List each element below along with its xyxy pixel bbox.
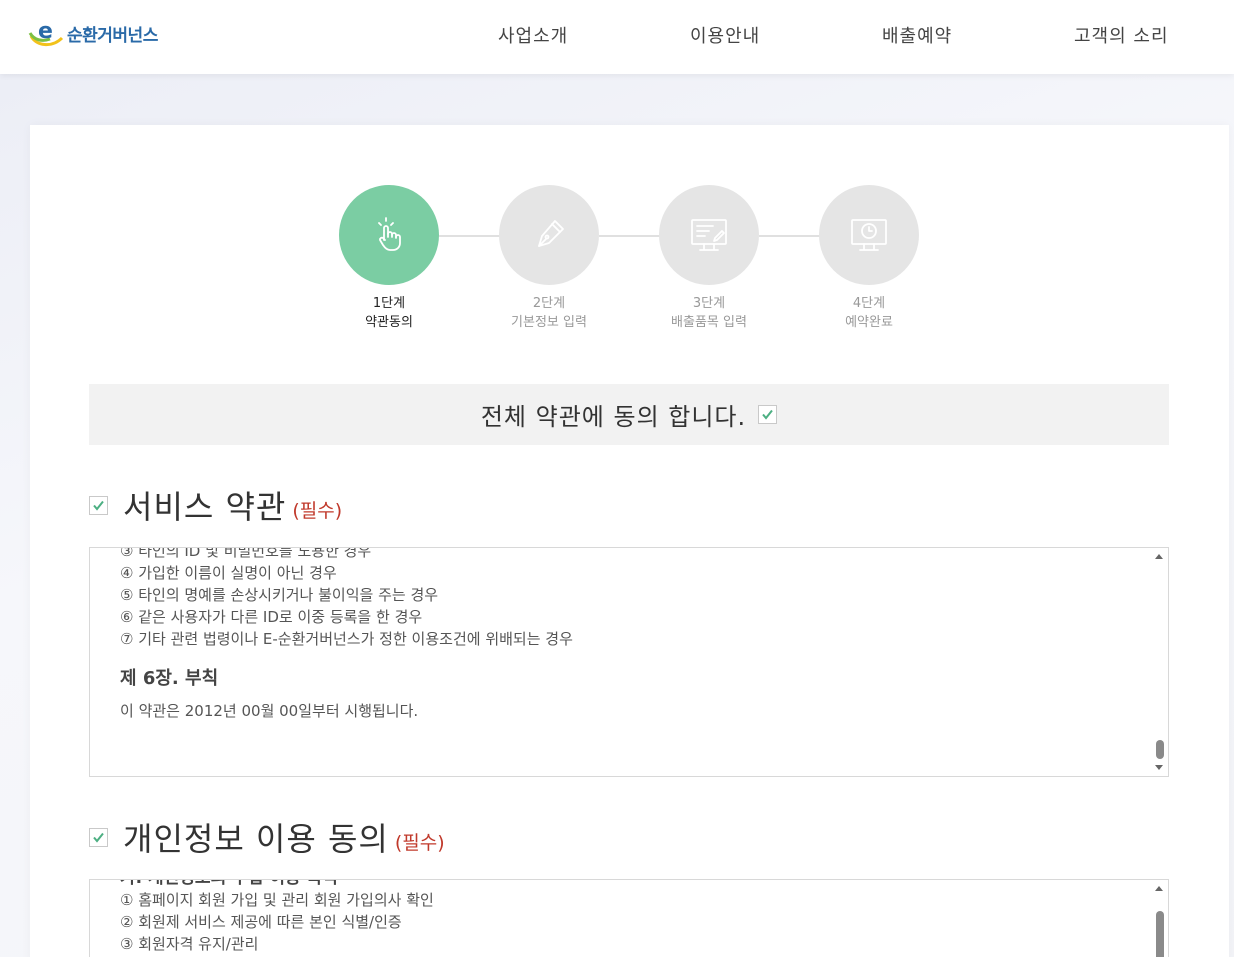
scroll-thumb[interactable] — [1156, 911, 1164, 957]
step-1-number: 1단계 — [372, 296, 406, 311]
privacy-terms-content: 가. 개인정보의 수집 이용 목적 ① 홈페이지 회원 가입 및 관리 회원 가… — [120, 880, 1138, 955]
nav-disposal-reservation[interactable]: 배출예약 — [882, 22, 952, 48]
step-2-circle — [499, 185, 599, 285]
step-2: 2단계 기본정보 입력 — [489, 185, 609, 332]
step-1: 1단계 약관동의 — [329, 185, 449, 332]
service-terms-scrollbar[interactable] — [1151, 548, 1168, 776]
privacy-terms-box[interactable]: 가. 개인정보의 수집 이용 목적 ① 홈페이지 회원 가입 및 관리 회원 가… — [89, 879, 1169, 957]
check-icon — [762, 409, 773, 420]
site-header: e 순환거버넌스 사업소개 이용안내 배출예약 고객의 소리 — [0, 0, 1234, 74]
service-terms-heading: 서비스 약관 — [123, 488, 287, 526]
monitor-clock-icon — [851, 219, 887, 251]
step-4-circle — [819, 185, 919, 285]
step-2-label: 기본정보 입력 — [511, 315, 587, 330]
terms-line: ③ 타인의 ID 및 비밀번호를 도용한 경우 — [120, 547, 372, 560]
privacy-terms-checkbox[interactable] — [89, 827, 108, 847]
check-icon — [93, 832, 104, 843]
step-3-label: 배출품목 입력 — [671, 315, 747, 330]
step-3: 3단계 배출품목 입력 — [649, 185, 769, 332]
terms-chapter-heading: 제 6장. 부칙 — [120, 668, 219, 689]
terms-line: ⑦ 기타 관련 법령이나 E-순환거버넌스가 정한 이용조건에 위배되는 경우 — [120, 630, 573, 648]
service-terms-checkbox[interactable] — [89, 495, 108, 515]
step-4-number: 4단계 — [852, 296, 886, 311]
main-nav: 사업소개 이용안내 배출예약 고객의 소리 — [0, 0, 1234, 74]
privacy-terms-heading: 개인정보 이용 동의 — [123, 820, 389, 858]
scroll-thumb[interactable] — [1156, 740, 1164, 759]
required-badge: (필수) — [292, 499, 343, 522]
step-3-number: 3단계 — [692, 296, 726, 311]
agree-all-bar: 전체 약관에 동의 합니다. — [89, 384, 1169, 445]
scroll-down-arrow-icon[interactable] — [1155, 765, 1163, 770]
terms-line: ② 회원제 서비스 제공에 따른 본인 식별/인증 — [120, 913, 402, 931]
nav-usage-guide[interactable]: 이용안내 — [690, 22, 760, 48]
terms-line: ⑥ 같은 사용자가 다른 ID로 이중 등록을 한 경우 — [120, 608, 423, 626]
nav-customer-voice[interactable]: 고객의 소리 — [1074, 22, 1169, 48]
privacy-terms-title: 개인정보 이용 동의 (필수) — [89, 814, 445, 860]
service-terms-content: ③ 타인의 ID 및 비밀번호를 도용한 경우 ④ 가입한 이름이 실명이 아닌… — [120, 547, 1138, 722]
service-terms-title: 서비스 약관 (필수) — [89, 482, 342, 528]
scroll-up-arrow-icon[interactable] — [1155, 886, 1163, 891]
step-3-circle — [659, 185, 759, 285]
service-terms-box[interactable]: ③ 타인의 ID 및 비밀번호를 도용한 경우 ④ 가입한 이름이 실명이 아닌… — [89, 547, 1169, 777]
step-2-number: 2단계 — [532, 296, 566, 311]
terms-line: ⑤ 타인의 명예를 손상시키거나 불이익을 주는 경우 — [120, 586, 439, 604]
pen-icon — [538, 220, 564, 247]
terms-paragraph: 이 약관은 2012년 00월 00일부터 시행됩니다. — [120, 702, 419, 720]
privacy-terms-scrollbar[interactable] — [1151, 880, 1168, 957]
required-badge: (필수) — [394, 831, 445, 854]
nav-business-intro[interactable]: 사업소개 — [498, 22, 568, 48]
reservation-card: 1단계 약관동의 2단계 기본정보 입력 3단계 배출품목 입력 4단계 예약완… — [30, 125, 1229, 957]
monitor-edit-icon — [691, 219, 727, 251]
step-4: 4단계 예약완료 — [809, 185, 929, 332]
agree-all-text: 전체 약관에 동의 합니다. — [480, 403, 747, 431]
scroll-up-arrow-icon[interactable] — [1155, 554, 1163, 559]
agree-all-checkbox[interactable] — [758, 405, 778, 424]
terms-cut-heading: 가. 개인정보의 수집 이용 목적 — [120, 880, 1138, 889]
hand-pointer-icon — [378, 217, 401, 251]
check-icon — [93, 500, 104, 511]
step-1-label: 약관동의 — [365, 315, 413, 330]
step-1-circle — [339, 185, 439, 285]
terms-line: ③ 회원자격 유지/관리 — [120, 935, 259, 953]
step-4-label: 예약완료 — [845, 315, 893, 330]
terms-line: ④ 가입한 이름이 실명이 아닌 경우 — [120, 564, 337, 582]
terms-line: ① 홈페이지 회원 가입 및 관리 회원 가입의사 확인 — [120, 891, 434, 909]
